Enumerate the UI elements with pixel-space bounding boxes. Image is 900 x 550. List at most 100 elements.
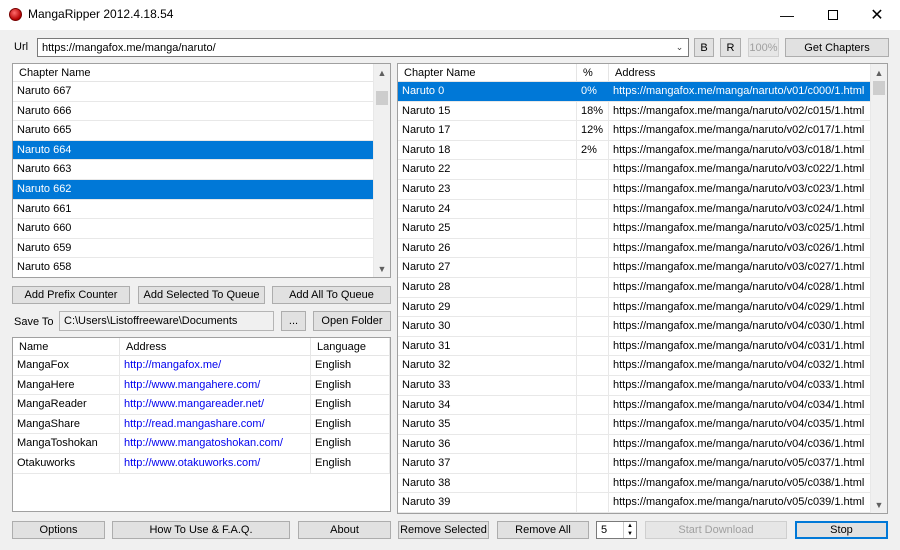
- queue-percent: [577, 336, 609, 356]
- add-prefix-counter-button[interactable]: Add Prefix Counter: [12, 286, 130, 304]
- queue-row[interactable]: Naruto 18 2% https://mangafox.me/manga/nar…: [398, 140, 872, 161]
- chapter-row[interactable]: Naruto 664: [13, 140, 375, 161]
- queue-row[interactable]: Naruto 17 12% https://mangafox.me/manga/na…: [398, 121, 872, 141]
- remove-all-button[interactable]: Remove All: [497, 521, 589, 539]
- scroll-down-icon[interactable]: ▼: [871, 496, 887, 513]
- queue-row[interactable]: Naruto 38 https://mangafox.me/manga/narut…: [398, 473, 872, 494]
- chapter-row[interactable]: Naruto 660: [13, 219, 375, 239]
- chapter-row[interactable]: Naruto 662: [13, 179, 375, 200]
- column-header-language[interactable]: Language: [311, 338, 390, 356]
- thread-count-input[interactable]: [597, 522, 623, 538]
- queue-row[interactable]: Naruto 30 https://mangafox.me/manga/narut…: [398, 317, 872, 337]
- queue-chapter-name: Naruto 37: [398, 454, 577, 473]
- save-path-field[interactable]: [59, 311, 274, 331]
- how-to-use-faq-button[interactable]: How To Use & F.A.Q.: [112, 521, 290, 539]
- get-chapters-button[interactable]: Get Chapters: [785, 38, 889, 57]
- scroll-thumb[interactable]: [376, 91, 388, 105]
- close-button[interactable]: ✕: [854, 0, 900, 30]
- queue-percent: [577, 179, 609, 199]
- minimize-button[interactable]: —: [764, 0, 810, 30]
- site-address-link[interactable]: http://www.mangareader.net/: [120, 395, 311, 414]
- column-header-percent[interactable]: %: [577, 64, 609, 82]
- about-button[interactable]: About: [298, 521, 391, 539]
- scroll-thumb[interactable]: [873, 81, 885, 95]
- chapter-row[interactable]: Naruto 666: [13, 101, 375, 122]
- site-row[interactable]: MangaShare http://read.mangashare.com/Eng…: [13, 414, 390, 435]
- chapter-name: Naruto 663: [13, 160, 375, 179]
- site-row[interactable]: MangaToshokan http://www.mangatoshokan.co…: [13, 434, 390, 454]
- queue-row[interactable]: Naruto 23 https://mangafox.me/manga/narut…: [398, 179, 872, 200]
- chapter-list[interactable]: Chapter Name Naruto 667 Naruto 666 Naruto …: [12, 63, 391, 278]
- queue-row[interactable]: Naruto 34 https://mangafox.me/manga/narut…: [398, 395, 872, 416]
- stop-button[interactable]: Stop: [795, 521, 888, 539]
- chapter-row[interactable]: Naruto 661: [13, 199, 375, 220]
- chapter-row[interactable]: Naruto 663: [13, 160, 375, 180]
- queue-percent: [577, 199, 609, 219]
- column-header-chapter-name[interactable]: Chapter Name: [13, 64, 375, 82]
- queue-address: https://mangafox.me/manga/naruto/v02/c01…: [609, 121, 872, 140]
- queue-row[interactable]: Naruto 39 https://mangafox.me/manga/narut…: [398, 493, 872, 513]
- site-address-link[interactable]: http://www.otakuworks.com/: [120, 453, 311, 473]
- percent-button[interactable]: 100%: [748, 38, 779, 57]
- chapter-row[interactable]: Naruto 659: [13, 238, 375, 259]
- site-row[interactable]: Otakuworks http://www.otakuworks.com/Engl…: [13, 453, 390, 474]
- url-input[interactable]: [38, 39, 670, 56]
- queue-chapter-name: Naruto 25: [398, 219, 577, 238]
- site-address-link[interactable]: http://read.mangashare.com/: [120, 414, 311, 434]
- column-header-name[interactable]: Name: [13, 338, 120, 356]
- queue-row[interactable]: Naruto 26 https://mangafox.me/manga/narut…: [398, 238, 872, 259]
- queue-row[interactable]: Naruto 27 https://mangafox.me/manga/narut…: [398, 258, 872, 278]
- add-selected-to-queue-button[interactable]: Add Selected To Queue: [138, 286, 265, 304]
- chapter-row[interactable]: Naruto 667: [13, 82, 375, 102]
- queue-row[interactable]: Naruto 22 https://mangafox.me/manga/narut…: [398, 160, 872, 180]
- site-row[interactable]: MangaHere http://www.mangahere.com/Englis…: [13, 375, 390, 396]
- queue-row[interactable]: Naruto 32 https://mangafox.me/manga/narut…: [398, 356, 872, 376]
- scroll-down-icon[interactable]: ▼: [374, 260, 390, 277]
- site-address-link[interactable]: http://mangafox.me/: [120, 356, 311, 375]
- start-download-button[interactable]: Start Download: [645, 521, 787, 539]
- queue-row[interactable]: Naruto 36 https://mangafox.me/manga/narut…: [398, 434, 872, 455]
- url-combobox[interactable]: ⌄: [37, 38, 689, 57]
- queue-row[interactable]: Naruto 28 https://mangafox.me/manga/narut…: [398, 277, 872, 298]
- queue-row[interactable]: Naruto 33 https://mangafox.me/manga/narut…: [398, 375, 872, 396]
- queue-scrollbar[interactable]: ▲ ▼: [870, 64, 887, 513]
- queue-row[interactable]: Naruto 37 https://mangafox.me/manga/narut…: [398, 454, 872, 474]
- options-button[interactable]: Options: [12, 521, 105, 539]
- site-address-link[interactable]: http://www.mangatoshokan.com/: [120, 434, 311, 453]
- scroll-up-icon[interactable]: ▲: [374, 64, 390, 81]
- chevron-down-icon[interactable]: ⌄: [671, 39, 688, 56]
- column-header-address[interactable]: Address: [609, 64, 872, 82]
- browse-button[interactable]: ...: [281, 311, 306, 331]
- stepper-down-icon[interactable]: ▼: [623, 530, 636, 538]
- site-address-link[interactable]: http://www.mangahere.com/: [120, 375, 311, 395]
- manga-sites-list[interactable]: Name Address Language MangaFox http://man…: [12, 337, 391, 512]
- open-folder-button[interactable]: Open Folder: [313, 311, 391, 331]
- scroll-up-icon[interactable]: ▲: [871, 64, 887, 81]
- site-row[interactable]: MangaReader http://www.mangareader.net/En…: [13, 395, 390, 415]
- download-queue-list[interactable]: Chapter Name % Address Naruto 0 0% https:/…: [397, 63, 888, 514]
- column-header-chapter-name[interactable]: Chapter Name: [398, 64, 577, 82]
- chapter-row[interactable]: Naruto 658: [13, 258, 375, 277]
- queue-row[interactable]: Naruto 31 https://mangafox.me/manga/narut…: [398, 336, 872, 357]
- column-header-address[interactable]: Address: [120, 338, 311, 356]
- b-button[interactable]: B: [694, 38, 714, 57]
- stepper-up-icon[interactable]: ▲: [623, 522, 636, 530]
- remove-selected-button[interactable]: Remove Selected: [398, 521, 489, 539]
- site-language: English: [311, 434, 390, 453]
- queue-row[interactable]: Naruto 29 https://mangafox.me/manga/narut…: [398, 297, 872, 318]
- queue-row[interactable]: Naruto 15 18% https://mangafox.me/manga/na…: [398, 101, 872, 122]
- queue-row[interactable]: Naruto 24 https://mangafox.me/manga/narut…: [398, 199, 872, 220]
- chapter-row[interactable]: Naruto 665: [13, 121, 375, 141]
- maximize-button[interactable]: [810, 0, 856, 30]
- queue-row[interactable]: Naruto 25 https://mangafox.me/manga/narut…: [398, 219, 872, 239]
- site-language: English: [311, 375, 390, 395]
- queue-row[interactable]: Naruto 35 https://mangafox.me/manga/narut…: [398, 415, 872, 435]
- queue-address: https://mangafox.me/manga/naruto/v03/c02…: [609, 238, 872, 258]
- add-all-to-queue-button[interactable]: Add All To Queue: [272, 286, 391, 304]
- chapter-list-scrollbar[interactable]: ▲ ▼: [373, 64, 390, 277]
- site-row[interactable]: MangaFox http://mangafox.me/English: [13, 356, 390, 376]
- queue-address: https://mangafox.me/manga/naruto/v03/c02…: [609, 258, 872, 277]
- queue-row[interactable]: Naruto 0 0% https://mangafox.me/manga/naru…: [398, 82, 872, 102]
- r-button[interactable]: R: [720, 38, 741, 57]
- thread-count-stepper[interactable]: ▲ ▼: [596, 521, 637, 539]
